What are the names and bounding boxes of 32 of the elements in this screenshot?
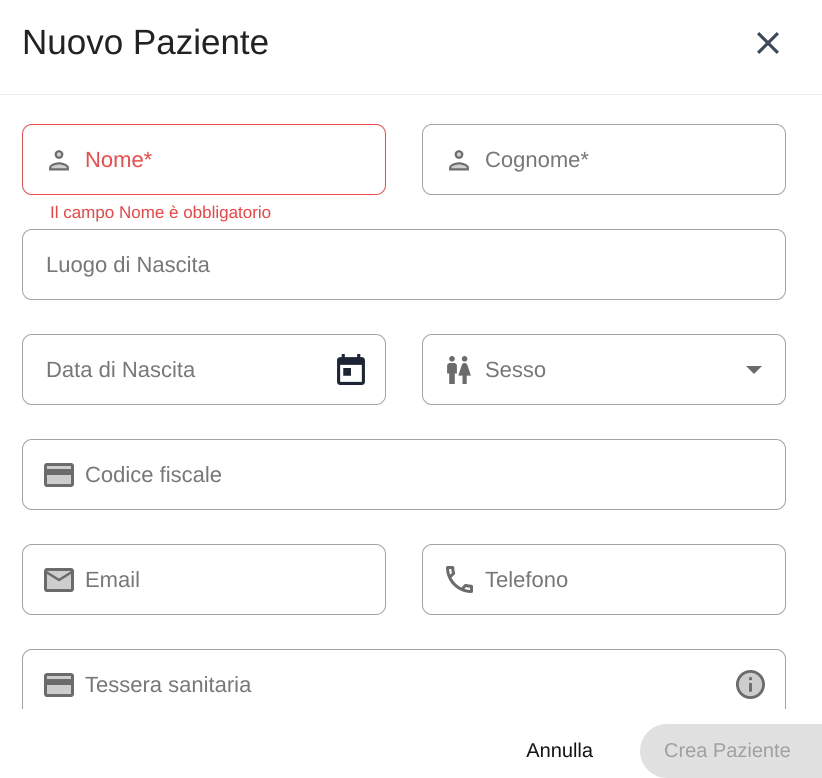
person-icon [48, 148, 70, 172]
man-woman-icon [447, 356, 471, 384]
field-label: Codice fiscale [85, 460, 223, 488]
phone-field[interactable]: Telefono [422, 544, 786, 615]
card-icon [44, 462, 74, 486]
dropdown-caret-icon [746, 366, 762, 374]
cancel-button[interactable]: Annulla [510, 724, 609, 778]
email-field[interactable]: Email [22, 544, 386, 615]
field-label: Sesso [485, 356, 548, 384]
field-label: Email [85, 566, 142, 594]
info-icon [736, 670, 765, 699]
error-message: Il campo Nome è obbligatorio [50, 203, 272, 223]
phone-icon [446, 566, 472, 593]
field-label: Nome* [85, 146, 154, 174]
dialog-title: Nuovo Paziente [22, 22, 270, 64]
envelope-icon [44, 568, 74, 592]
field-label: Cognome* [485, 146, 590, 174]
text-field[interactable]: Cognome* [422, 124, 786, 195]
field-label: Tessera sanitaria [85, 670, 252, 698]
text-field[interactable]: Luogo di Nascita [22, 229, 786, 300]
text-field[interactable]: Tessera sanitaria [22, 649, 786, 709]
dropdown-field[interactable]: Sesso [422, 334, 786, 405]
close-icon [757, 32, 779, 54]
text-field[interactable]: Nome* [22, 124, 386, 195]
field-label: Data di Nascita [46, 356, 196, 384]
field-label: Telefono [485, 566, 570, 594]
person-icon [448, 148, 470, 172]
card-icon [44, 672, 74, 696]
calendar-icon[interactable] [337, 354, 365, 385]
field-label: Luogo di Nascita [46, 250, 211, 278]
date-field[interactable]: Data di Nascita [22, 334, 386, 405]
text-field[interactable]: Codice fiscale [22, 439, 786, 510]
